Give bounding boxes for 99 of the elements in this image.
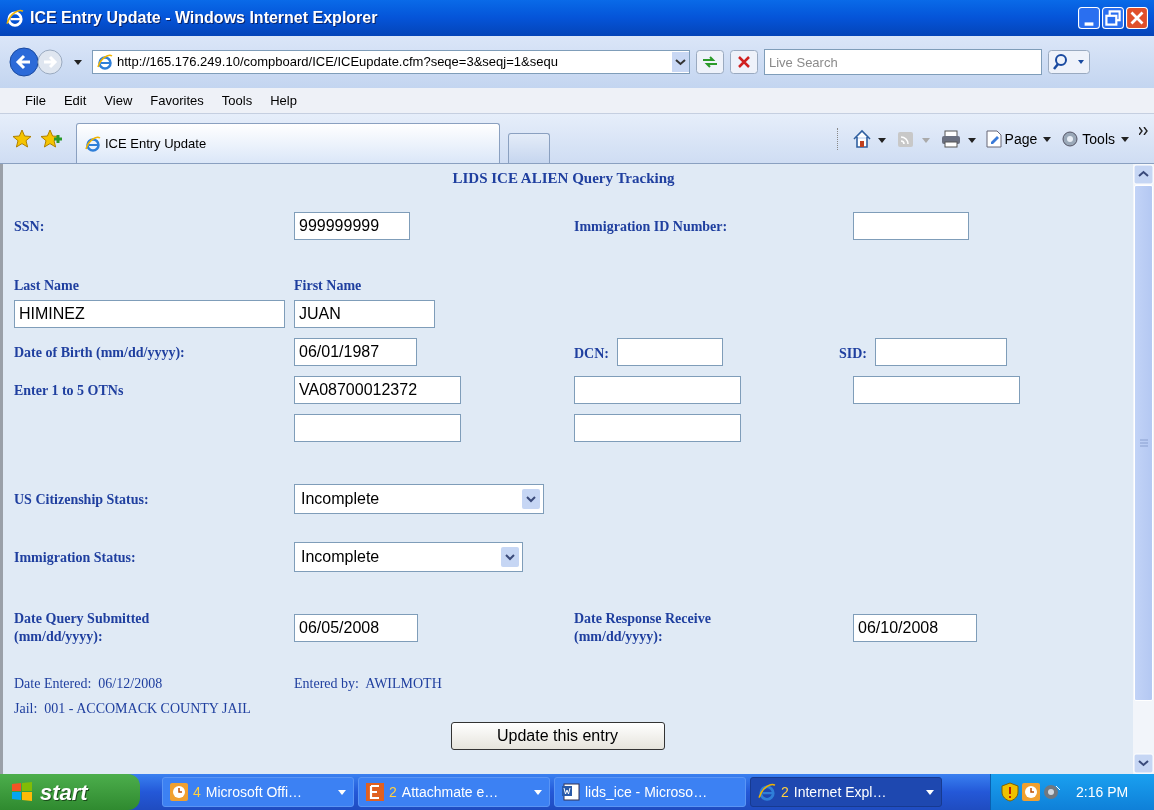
start-button[interactable]: start <box>0 774 140 810</box>
window-count: 4 <box>193 782 201 802</box>
input-field[interactable]: VA08700012372 <box>294 376 461 404</box>
shield-icon[interactable] <box>1001 782 1019 802</box>
address-field[interactable]: http://165.176.249.10/compboard/ICE/ICEupdate.cfm?seqe=3&seqj=1&sequ <box>92 50 690 74</box>
menu-item[interactable]: Favorites <box>141 90 213 111</box>
dropdown[interactable]: Incomplete <box>294 484 544 514</box>
field-label: Immigration ID Number: <box>574 217 728 236</box>
input-field[interactable]: HIMINEZ <box>14 300 285 328</box>
add-favorites-icon[interactable] <box>40 129 62 149</box>
scroll-up-button[interactable] <box>1133 164 1154 185</box>
info-text: Jail: 001 - ACCOMACK COUNTY JAIL <box>14 699 251 718</box>
ie-icon <box>85 135 101 152</box>
grip-icon <box>1139 439 1148 447</box>
back-button[interactable] <box>8 46 40 78</box>
new-tab-button[interactable] <box>508 133 550 163</box>
input-field[interactable] <box>617 338 723 366</box>
taskbar-button[interactable]: 2 Attachmate e… <box>358 777 550 807</box>
input-field[interactable]: 06/10/2008 <box>853 614 977 642</box>
field-label: DCN: <box>574 345 609 363</box>
taskbar-label: Attachmate e… <box>401 782 499 802</box>
page-icon <box>985 130 1002 148</box>
clock-icon <box>170 783 188 801</box>
speaker-icon[interactable] <box>1043 783 1061 801</box>
tools-menu-button[interactable]: Tools <box>1061 128 1129 150</box>
caret-icon <box>1121 136 1129 142</box>
taskbar-label: Microsoft Offi… <box>205 782 302 802</box>
input-field[interactable]: JUAN <box>294 300 435 328</box>
refresh-button[interactable] <box>696 50 724 74</box>
favorites-star-icon[interactable] <box>12 129 32 149</box>
input-field[interactable] <box>875 338 1007 366</box>
ie-icon <box>758 783 776 801</box>
update-button[interactable]: Update this entry <box>450 722 665 750</box>
menu-item[interactable]: Edit <box>54 90 96 111</box>
input-field[interactable]: 06/05/2008 <box>294 614 418 642</box>
info-text: Date Entered: 06/12/2008 <box>14 675 163 693</box>
ie-icon <box>6 9 24 27</box>
caret-icon <box>338 789 346 795</box>
word-document-icon <box>562 783 580 801</box>
gear-icon <box>1061 130 1080 148</box>
field-label: Date Response Receive <box>574 610 711 628</box>
field-label: SID: <box>839 345 867 363</box>
menu-item[interactable]: Tools <box>212 90 262 111</box>
windows-logo-icon <box>10 781 34 803</box>
print-button[interactable] <box>939 129 976 149</box>
field-label: (mm/dd/yyyy): <box>574 628 663 646</box>
clock-icon[interactable] <box>1022 783 1040 801</box>
tab[interactable]: ICE Entry Update <box>76 123 500 163</box>
field-label: (mm/dd/yyyy): <box>14 628 103 646</box>
input-field[interactable] <box>574 414 741 442</box>
scroll-down-button[interactable] <box>1133 753 1154 774</box>
field-label: SSN: <box>14 217 45 236</box>
menu-item[interactable]: Help <box>261 90 306 111</box>
taskbar-button[interactable]: 4 Microsoft Offi… <box>162 777 354 807</box>
search-button[interactable] <box>1048 50 1090 74</box>
home-button[interactable] <box>851 129 886 149</box>
field-label: Immigration Status: <box>14 548 136 567</box>
caret-icon <box>1043 136 1052 142</box>
feeds-button[interactable] <box>895 129 930 149</box>
stop-button[interactable] <box>730 50 758 74</box>
input-field[interactable]: 999999999 <box>294 212 410 240</box>
field-label: Date Query Submitted <box>14 610 150 628</box>
field-label: Date of Birth (mm/dd/yyyy): <box>14 343 185 362</box>
field-label: Last Name <box>14 277 79 295</box>
scroll-thumb[interactable] <box>1134 185 1153 701</box>
menu-item[interactable]: File <box>16 90 55 111</box>
input-field[interactable] <box>853 376 1020 404</box>
field-label: Enter 1 to 5 OTNs <box>14 381 124 400</box>
caret-icon <box>926 789 934 795</box>
form-title: LIDS ICE ALIEN Query Tracking <box>452 168 675 188</box>
window-title: ICE Entry Update - Windows Internet Explorer <box>30 8 378 28</box>
field-label: US Citizenship Status: <box>14 490 149 509</box>
window-count: 2 <box>781 782 789 802</box>
search-field[interactable]: Live Search <box>764 49 1042 75</box>
clock-text: 2:16 PM <box>1076 782 1129 802</box>
menu-item[interactable]: View <box>95 90 142 111</box>
caret-icon[interactable] <box>74 59 82 65</box>
field-label: First Name <box>294 277 362 295</box>
caret-icon <box>534 789 542 795</box>
input-field[interactable] <box>853 212 969 240</box>
ie-icon <box>97 54 113 70</box>
minimize-button[interactable] <box>1078 7 1100 29</box>
window-count: 2 <box>389 782 397 802</box>
input-field[interactable] <box>294 414 461 442</box>
page-menu-button[interactable]: Page <box>985 128 1052 150</box>
forward-button[interactable] <box>36 48 64 76</box>
input-field[interactable] <box>574 376 741 404</box>
restore-button[interactable] <box>1102 7 1124 29</box>
document-icon <box>366 783 384 801</box>
taskbar-button[interactable]: 2 Internet Expl… <box>750 777 942 807</box>
taskbar-label: lids_ice - Microso… <box>585 782 708 802</box>
taskbar-label: Internet Expl… <box>793 782 887 802</box>
close-button[interactable] <box>1126 7 1148 29</box>
scrollbar[interactable] <box>1133 164 1154 774</box>
input-field[interactable]: 06/01/1987 <box>294 338 417 366</box>
dropdown[interactable]: Incomplete <box>294 542 523 572</box>
chevron-icon[interactable] <box>1139 127 1148 135</box>
taskbar-button[interactable]: lids_ice - Microso… <box>554 777 746 807</box>
info-text: Entered by: AWILMOTH <box>294 675 442 693</box>
